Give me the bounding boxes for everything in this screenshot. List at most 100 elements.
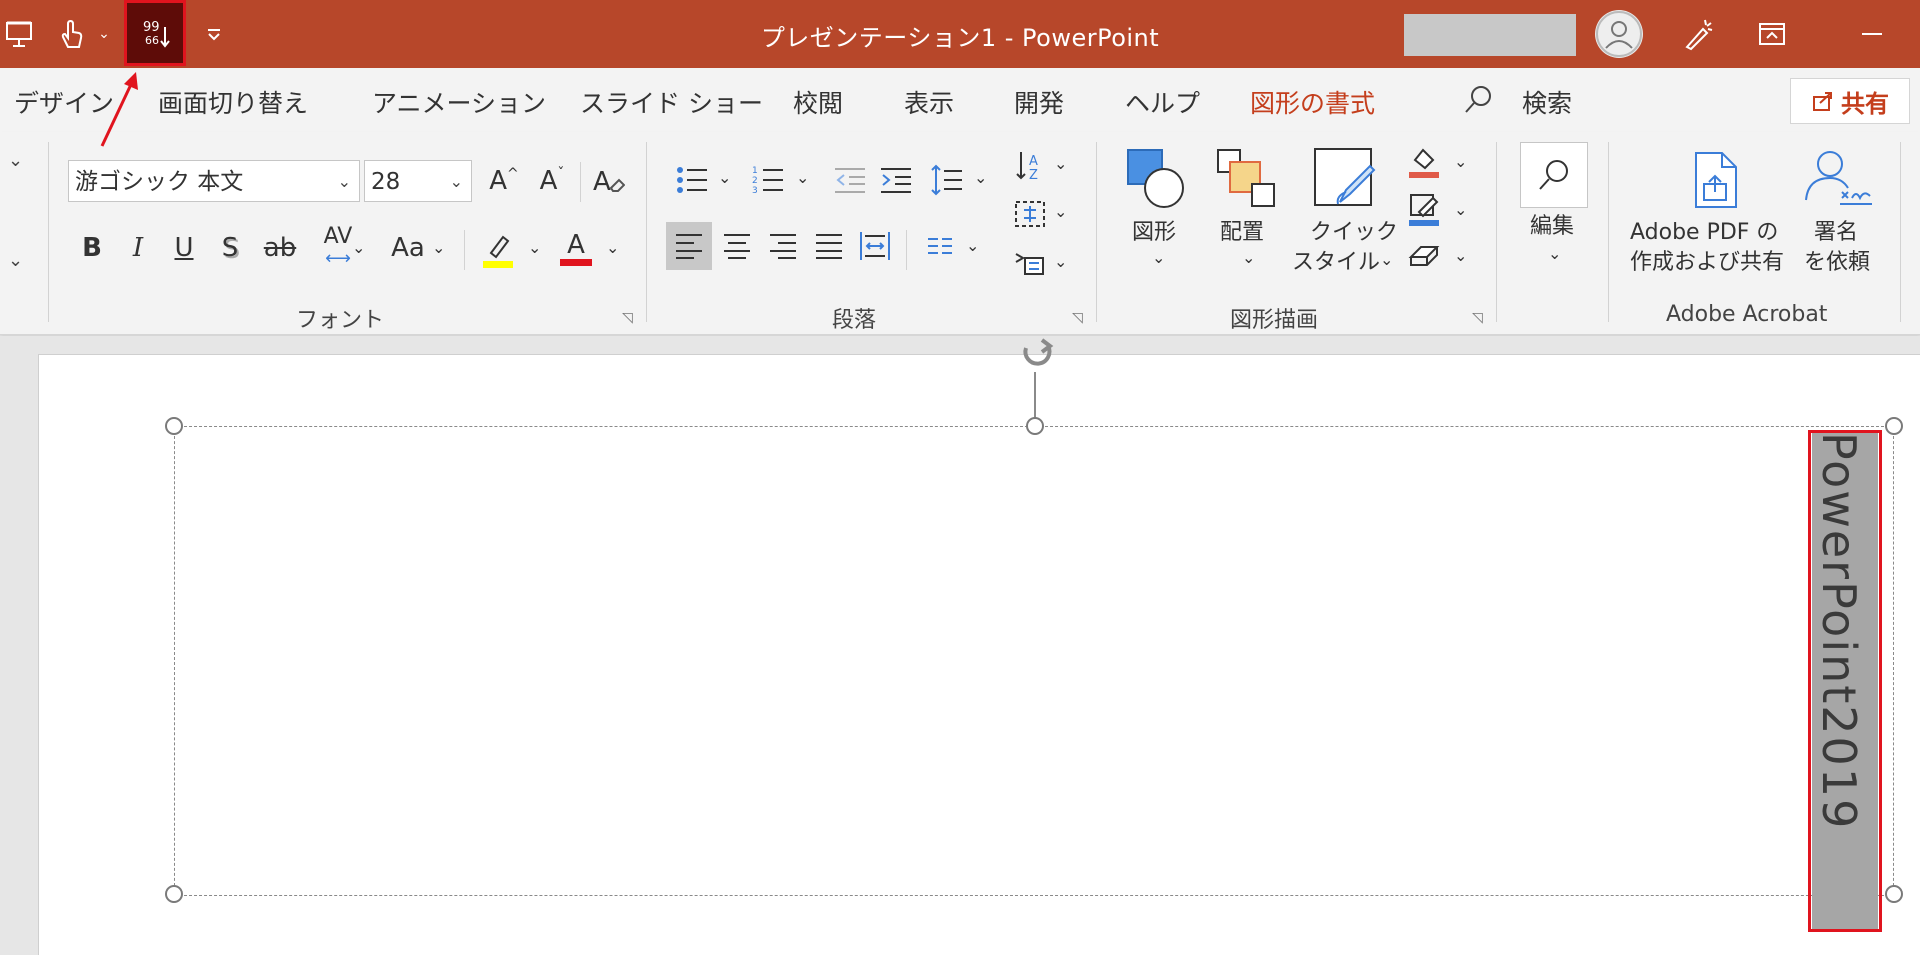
tab-help[interactable]: ヘルプ	[1125, 84, 1200, 120]
text-direction-ribbon-icon[interactable]: AZ	[1010, 144, 1050, 188]
tab-shape-format[interactable]: 図形の書式	[1250, 84, 1375, 120]
text-shadow-button[interactable]: S	[214, 228, 246, 268]
convert-smartart-dropdown[interactable]: ⌄	[1054, 252, 1067, 271]
rotate-handle-icon[interactable]	[1012, 334, 1060, 376]
tab-slideshow[interactable]: スライド ショー	[580, 84, 763, 120]
separator	[646, 142, 647, 322]
tab-animations[interactable]: アニメーション	[372, 84, 546, 120]
decrease-font-size-button[interactable]: Aˇ	[532, 160, 572, 202]
tab-review[interactable]: 校閲	[793, 84, 843, 120]
editing-label[interactable]: 編集	[1530, 212, 1574, 242]
shape-effects-dropdown[interactable]: ⌄	[1454, 246, 1467, 265]
tab-search[interactable]: 検索	[1522, 84, 1572, 120]
font-color-button[interactable]: A	[556, 224, 596, 272]
account-name-box[interactable]	[1404, 14, 1576, 56]
bold-button[interactable]: B	[76, 228, 108, 268]
quick-styles-icon[interactable]	[1312, 146, 1376, 210]
resize-handle-top-right[interactable]	[1885, 417, 1903, 435]
font-color-dropdown[interactable]: ⌄	[606, 238, 619, 257]
request-signature-label-line1[interactable]: 署名	[1814, 218, 1858, 248]
columns-dropdown[interactable]: ⌄	[966, 236, 979, 255]
find-icon[interactable]	[1520, 142, 1588, 208]
quick-styles-dropdown[interactable]: ⌄	[1380, 250, 1393, 269]
align-left-icon[interactable]	[666, 222, 712, 270]
shapes-label[interactable]: 図形	[1132, 218, 1176, 248]
bullets-dropdown[interactable]: ⌄	[718, 168, 731, 187]
change-case-dropdown[interactable]: ⌄	[432, 238, 445, 257]
resize-handle-bottom-right[interactable]	[1885, 885, 1903, 903]
italic-button[interactable]: I	[122, 228, 154, 268]
clear-formatting-icon[interactable]: A	[588, 160, 628, 202]
underline-button[interactable]: U	[168, 228, 200, 268]
ribbon-display-options-icon[interactable]	[1752, 14, 1792, 54]
numbering-icon[interactable]: 123	[746, 158, 790, 202]
line-spacing-icon[interactable]	[924, 158, 968, 202]
strikethrough-button[interactable]: ab	[260, 228, 300, 268]
line-spacing-dropdown[interactable]: ⌄	[974, 168, 987, 187]
shape-effects-icon[interactable]	[1404, 236, 1444, 276]
shape-fill-icon[interactable]	[1404, 142, 1444, 182]
collapsed-group-chevron-bottom[interactable]: ⌄	[8, 250, 23, 271]
text-direction-dropdown[interactable]: ⌄	[1054, 154, 1067, 173]
change-case-button[interactable]: Aa	[384, 228, 432, 268]
tab-developer[interactable]: 開発	[1014, 84, 1064, 120]
resize-handle-top-left[interactable]	[165, 417, 183, 435]
align-text-dropdown[interactable]: ⌄	[1054, 202, 1067, 221]
font-size-value: 28	[371, 169, 401, 195]
font-color-letter: A	[567, 229, 585, 260]
share-button[interactable]: 共有	[1790, 78, 1910, 124]
separator	[48, 142, 49, 322]
tab-view[interactable]: 表示	[904, 84, 954, 120]
textbox-selection-frame[interactable]	[174, 426, 1894, 896]
svg-text:Z: Z	[1029, 168, 1038, 183]
shape-outline-icon[interactable]	[1404, 190, 1444, 230]
arrange-icon[interactable]	[1214, 146, 1278, 210]
align-center-icon[interactable]	[716, 222, 758, 270]
resize-handle-bottom-left[interactable]	[165, 885, 183, 903]
editing-dropdown[interactable]: ⌄	[1548, 244, 1561, 263]
justify-icon[interactable]	[808, 222, 850, 270]
font-size-combobox[interactable]: 28 ⌄	[364, 160, 472, 202]
font-name-combobox[interactable]: 游ゴシック 本文 ⌄	[68, 160, 360, 202]
numbering-dropdown[interactable]: ⌄	[796, 168, 809, 187]
acrobat-group-label: Adobe Acrobat	[1666, 302, 1828, 327]
font-name-value: 游ゴシック 本文	[75, 169, 244, 195]
align-text-icon[interactable]	[1010, 192, 1050, 236]
user-avatar-icon[interactable]	[1595, 10, 1643, 58]
designer-wand-icon[interactable]	[1678, 14, 1718, 54]
character-spacing-dropdown[interactable]: ⌄	[352, 238, 365, 257]
bullets-icon[interactable]	[670, 158, 714, 202]
font-dialog-launcher-icon[interactable]: ◹	[622, 310, 633, 326]
create-pdf-label-line1[interactable]: Adobe PDF の	[1630, 218, 1778, 248]
shapes-dropdown[interactable]: ⌄	[1152, 248, 1165, 267]
search-icon[interactable]	[1462, 82, 1496, 116]
shapes-icon[interactable]	[1124, 146, 1188, 210]
minimize-icon[interactable]	[1852, 14, 1892, 54]
convert-smartart-icon[interactable]	[1010, 242, 1050, 286]
drawing-dialog-launcher-icon[interactable]: ◹	[1472, 310, 1483, 326]
separator	[1900, 142, 1901, 322]
shape-outline-dropdown[interactable]: ⌄	[1454, 200, 1467, 219]
resize-handle-top-center[interactable]	[1026, 417, 1044, 435]
highlight-color-icon[interactable]	[478, 226, 518, 272]
request-signature-label-line2[interactable]: を依頼	[1804, 248, 1870, 278]
shape-fill-dropdown[interactable]: ⌄	[1454, 152, 1467, 171]
arrange-dropdown[interactable]: ⌄	[1242, 248, 1255, 267]
create-pdf-icon[interactable]	[1688, 150, 1744, 210]
paragraph-dialog-launcher-icon[interactable]: ◹	[1072, 310, 1083, 326]
request-signature-icon[interactable]	[1802, 148, 1874, 208]
quick-styles-label-line2[interactable]: スタイル	[1292, 248, 1380, 278]
tab-transitions[interactable]: 画面切り替え	[158, 84, 308, 120]
increase-indent-icon[interactable]	[876, 158, 916, 202]
create-pdf-label-line2[interactable]: 作成および共有	[1630, 248, 1784, 278]
collapsed-group-chevron-top[interactable]: ⌄	[8, 150, 23, 171]
font-color-swatch	[560, 258, 592, 266]
columns-icon[interactable]	[920, 222, 960, 270]
align-right-icon[interactable]	[762, 222, 804, 270]
distribute-icon[interactable]	[854, 222, 896, 270]
decrease-indent-icon[interactable]	[830, 158, 870, 202]
increase-font-size-button[interactable]: A ^	[484, 160, 524, 202]
arrange-label[interactable]: 配置	[1220, 218, 1264, 248]
quick-styles-label-line1[interactable]: クイック	[1310, 218, 1398, 248]
highlight-color-dropdown[interactable]: ⌄	[528, 238, 541, 257]
